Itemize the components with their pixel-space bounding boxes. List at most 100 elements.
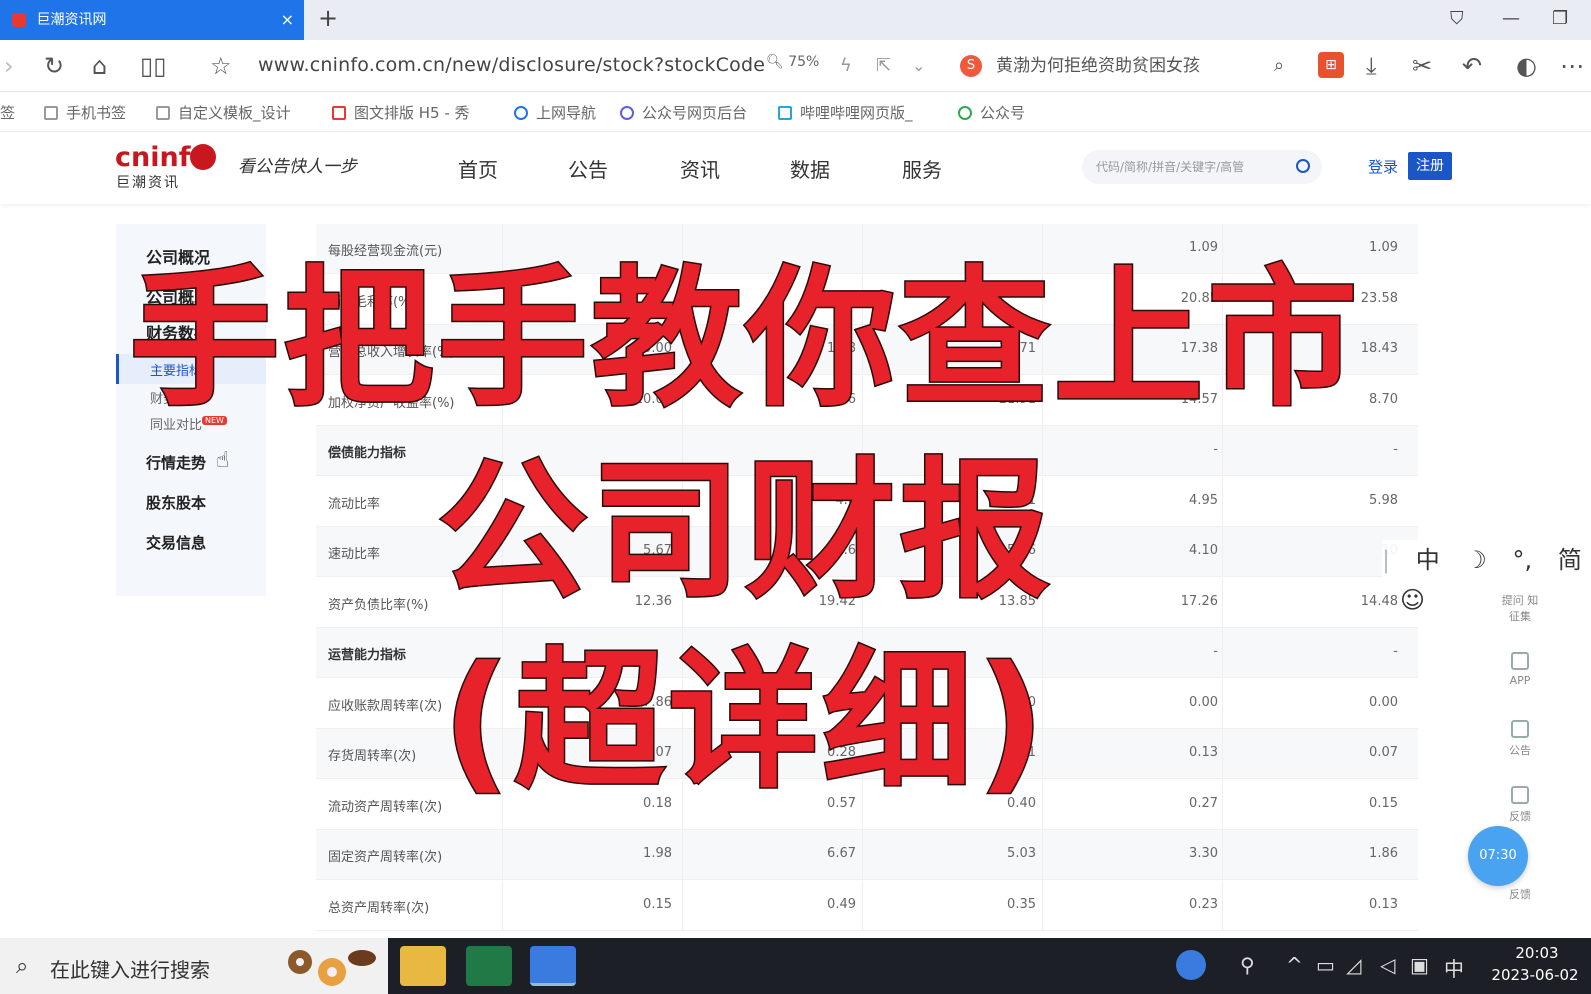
site-logo[interactable]: cninf [115,142,190,173]
search-engine-box[interactable]: S 黄渤为何拒绝资助贫困女孩 [960,52,1200,80]
search-icon[interactable]: ⌕ [1274,52,1284,80]
bookmark-item[interactable]: 自定义模板_设计 [156,102,291,123]
bookmark-item[interactable]: 公众号 [958,102,1025,123]
sidebar-item-peer-comparison[interactable]: 同业对比 NEW [150,414,227,433]
row-label: 应收账款周转率(次) [328,698,443,714]
app-tool[interactable]: APP [1498,652,1542,687]
search-suggestion-text: 黄渤为何拒绝资助贫困女孩 [996,56,1200,76]
menu-icon[interactable]: ⋯ [1560,52,1584,80]
table-cell: 0.00 [1369,694,1398,710]
bookmark-label: 公众号 [980,104,1026,122]
nav-data[interactable]: 数据 [790,154,830,183]
ime-emoji-icon[interactable]: ☺ [1400,580,1425,620]
star-icon[interactable]: ☆ [210,52,232,80]
bookmark-label: 手机书签 [66,104,127,122]
clock-time[interactable]: 20:03 [1492,944,1582,962]
question-collect-tool[interactable]: 提问 知征集 [1498,592,1542,624]
column-divider [502,729,503,779]
column-divider [682,527,683,577]
sidebar-item-trading-info[interactable]: 交易信息 [146,532,206,553]
recording-timer[interactable]: 07:30 [1468,826,1528,886]
undo-icon[interactable]: ↶ [1462,52,1482,80]
nav-news[interactable]: 资讯 [680,154,720,183]
nav-home[interactable]: 首页 [458,154,498,183]
extension-icon[interactable]: ⊞ [1318,52,1344,78]
feedback-tool-bottom[interactable]: 反馈 [1498,886,1542,902]
sidebar-item-financial-statements[interactable]: 财务报表 [150,388,202,407]
new-tab-button[interactable]: + [318,4,338,32]
clock-date[interactable]: 2023-06-02 [1480,966,1590,984]
sidebar-item-label: 同业对比 [150,418,203,433]
excel-icon[interactable] [466,946,512,986]
column-divider [862,527,863,577]
taskbar-search-box[interactable]: ⌕ 在此键入进行搜索 [0,938,388,994]
people-icon[interactable]: ⚲ [1240,953,1255,977]
forward-icon[interactable]: › [4,52,14,80]
browser-tab-active[interactable]: 巨潮资讯网 × [0,0,304,40]
shirt-icon[interactable]: ⛉ [1450,8,1464,29]
reload-icon[interactable]: ↻ [44,52,64,80]
ime-divider: | [1382,546,1391,574]
tab-close-icon[interactable]: × [281,0,294,40]
help-icon[interactable] [1176,950,1206,980]
bookmark-item[interactable]: 公众号网页后台 [620,102,747,123]
column-divider [682,325,683,375]
login-link[interactable]: 登录 [1368,156,1398,177]
chevron-up-icon[interactable]: ^ [1286,953,1303,977]
home-icon[interactable]: ⌂ [92,52,107,80]
table-cell: - [1213,442,1218,457]
sidebar-item-key-indicators[interactable]: 主要指标 [150,360,202,379]
ime-moon-icon[interactable]: ☽ [1465,540,1487,580]
table-row: 流动资产周转率(次) 0.18 0.57 0.40 0.27 0.15 [316,779,1418,830]
ime-punctuation[interactable]: °, [1513,540,1533,580]
bookmark-item[interactable]: 图文排版 H5 - 秀 [332,102,470,123]
url-field[interactable]: www.cninfo.com.cn/new/disclosure/stock?s… [258,54,765,76]
reader-icon[interactable]: ▯▯ [140,52,166,80]
scissors-icon[interactable]: ✂ [1412,52,1432,80]
column-divider [862,678,863,729]
browser-app-icon[interactable] [530,946,576,986]
sidebar-item-financial-data[interactable]: 财务数据 [146,320,210,344]
volume-icon[interactable]: ◁ [1380,953,1395,977]
ime-simplified[interactable]: 简 [1558,540,1582,580]
restore-icon[interactable]: ❐ [1552,8,1568,29]
column-divider [502,527,503,577]
table-cell: 17.26 [1180,593,1218,609]
page-icon [156,106,170,120]
download-icon[interactable]: ⤓ [1366,52,1377,80]
column-divider [502,476,503,527]
table-cell: 6.67 [827,846,856,861]
taskbar-ime[interactable]: 中 [1444,953,1464,982]
table-cell: 4.6 [835,492,856,508]
minimize-icon[interactable]: — [1502,8,1520,29]
battery-icon[interactable]: ▭ [1316,953,1335,977]
display-icon[interactable]: ▣ [1410,953,1429,977]
sidebar-item-company-overview[interactable]: 公司概况 [146,284,210,308]
sidebar-item-market-trend[interactable]: 行情走势 [146,452,206,473]
bookmark-item[interactable]: 上网导航 [514,102,596,123]
sidebar-item-shareholders[interactable]: 股东股本 [146,492,206,513]
search-icon[interactable] [1296,159,1310,173]
announcement-tool[interactable]: 公告 [1498,720,1542,758]
network-icon[interactable]: ◿ [1346,953,1361,977]
nav-announcements[interactable]: 公告 [568,154,608,183]
zoom-level[interactable]: 🔍︎ 75% [766,54,819,70]
file-explorer-icon[interactable] [400,946,446,986]
register-button[interactable]: 注册 [1408,152,1452,180]
sidebar-item-company-profile[interactable]: 公司概况 [146,244,210,268]
chevron-down-icon[interactable]: ⌄ [912,52,925,80]
column-divider [1222,224,1223,274]
nav-services[interactable]: 服务 [902,154,942,183]
feedback-tool[interactable]: 反馈 [1498,786,1542,824]
lightning-icon[interactable]: ϟ [840,52,852,80]
share-icon[interactable]: ⇱ [876,52,891,80]
bookmark-item[interactable]: 手机书签 [44,102,126,123]
ime-chinese-mode[interactable]: 中 [1416,540,1440,580]
column-divider [682,830,683,880]
site-search-input[interactable]: 代码/简称/拼音/关键字/高管 [1082,150,1322,184]
browser-tab-bar: 巨潮资讯网 × + ⛉ — ❐ [0,0,1591,40]
bookmark-item[interactable]: 哔哩哔哩网页版_ [778,102,913,123]
row-label: 运营能力指标 [328,648,407,663]
night-mode-icon[interactable]: ◐ [1516,52,1537,80]
bookmark-item[interactable]: 签 [0,102,15,123]
